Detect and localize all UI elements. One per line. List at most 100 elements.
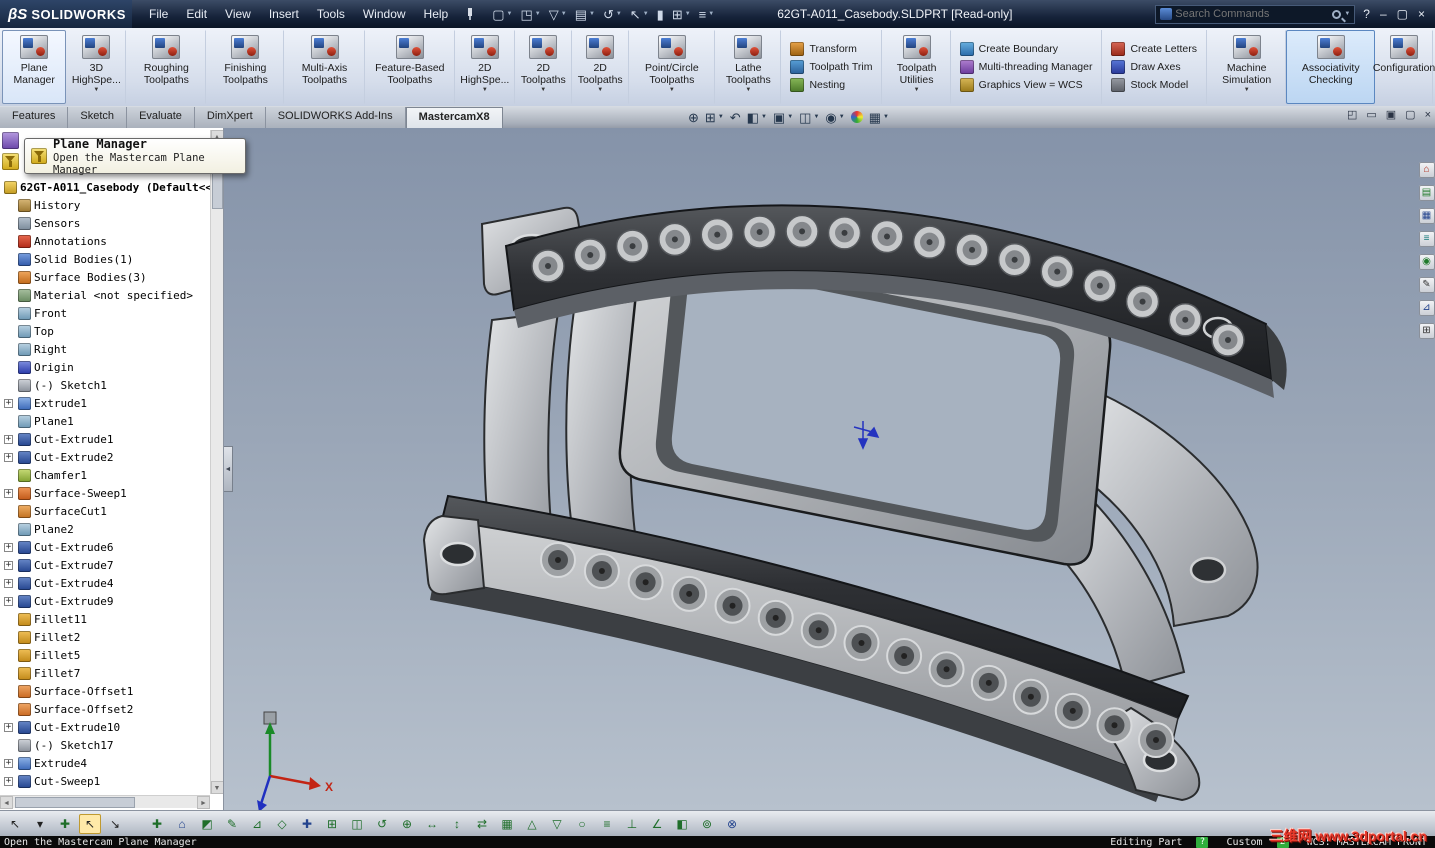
feature-tree-item[interactable]: + Cut-Sweep1 [0,772,210,790]
options-menu[interactable]: ≡ ▼ [696,6,718,23]
cam-tool-icon[interactable]: ⊗ [721,814,743,834]
view-orientation-icon[interactable]: ▣ ▼ [773,111,793,124]
feature-tree-item[interactable]: + Origin [0,358,210,376]
feature-tree-item[interactable]: + Fillet7 [0,664,210,682]
filter-funnel-icon[interactable] [2,153,19,170]
file-properties[interactable]: ⊞ ▼ [669,6,694,23]
cad-model-watch-casebody[interactable]: X [224,128,1435,810]
plane-manager-tool-icon[interactable] [2,132,19,149]
rebuild-indicator[interactable]: ▮ ▼ [654,6,667,23]
cam-tool-icon[interactable]: ○ [571,814,593,834]
feature-tree-item[interactable]: + Annotations [0,232,210,250]
save-document[interactable]: ▽ ▼ [546,6,570,23]
panel-splitter-handle[interactable]: ◄ [224,446,233,492]
expand-toggle-icon[interactable]: + [4,776,13,786]
edit-appearance-icon[interactable]: ● ▼ [850,111,863,123]
feature-tree-item[interactable]: + Cut-Extrude6 [0,538,210,556]
transform-button[interactable]: Transform [787,41,875,57]
select-filter-icon[interactable]: ✚ [54,814,76,834]
tree-horizontal-scrollbar[interactable]: ◄ ► [0,795,210,809]
feature-tree-item[interactable]: + Plane2 [0,520,210,538]
status-custom[interactable]: Custom [1226,837,1262,848]
cam-tool-icon[interactable]: ◫ [346,814,368,834]
ribbon-tab[interactable]: MastercamX8 [405,107,503,128]
feature-tree-item[interactable]: + SurfaceCut1 [0,502,210,520]
zoom-to-fit-icon[interactable]: ⊕ ▼ [688,111,699,124]
feature-tree-item[interactable]: + Front [0,304,210,322]
select-pointer-icon[interactable]: ↖ [4,814,26,834]
measure-icon[interactable]: ⊿ [1418,300,1435,316]
ribbon-tab[interactable]: Features [0,107,69,128]
2d-highspeed-toolpaths[interactable]: 2D HighSpe... ▼ [455,30,515,104]
status-help-badge[interactable]: ? [1196,836,1209,848]
feature-tree-item[interactable]: + Cut-Extrude1 [0,430,210,448]
draw-axes-button[interactable]: Draw Axes [1108,59,1200,75]
3d-highspeed-toolpaths[interactable]: 3D HighSpe... ▼ [66,30,127,104]
cam-tool-icon[interactable]: ✚ [146,814,168,834]
point-circle-toolpaths[interactable]: Point/Circle Toolpaths ▼ [629,30,716,104]
cam-tool-icon[interactable]: ⊥ [621,814,643,834]
associativity-checking-button[interactable]: Associativity Checking [1286,30,1376,104]
cursor-mode-icon[interactable]: ↖ [79,813,101,834]
2d-toolpaths[interactable]: 2D Toolpaths ▼ [515,30,572,104]
cam-tool-icon[interactable]: ≡ [596,814,618,834]
pane-full-icon[interactable]: ▭ [1366,108,1376,121]
machine-simulation-button[interactable]: Machine Simulation ▼ [1207,30,1287,104]
menu-item[interactable]: Edit [177,2,216,26]
settings-icon[interactable]: ⊞ [1418,323,1435,339]
cam-tool-icon[interactable]: ⇄ [471,814,493,834]
menu-item[interactable]: View [216,2,260,26]
zoom-to-area-icon[interactable]: ⊞ ▼ [705,111,724,124]
feature-tree-item[interactable]: + Cut-Extrude10 [0,718,210,736]
cam-tool-icon[interactable]: ◇ [271,814,293,834]
ribbon-tab[interactable]: Evaluate [127,107,195,128]
expand-toggle-icon[interactable]: + [4,434,13,444]
graphics-view-wcs-button[interactable]: Graphics View = WCS [957,77,1096,93]
doc-maximize-icon[interactable]: ▢ [1405,108,1415,121]
search-icon[interactable] [1332,9,1342,19]
doc-close-icon[interactable]: × [1425,109,1431,121]
feature-based-toolpaths[interactable]: Feature-Based Toolpaths ▼ [365,30,455,104]
new-document[interactable]: ▢ ▼ [489,6,515,23]
toolpaths-manager-icon[interactable]: ▤ [1418,185,1435,201]
scroll-right-icon[interactable]: ► [197,795,210,809]
expand-toggle-icon[interactable]: + [4,488,13,498]
ribbon-tab[interactable]: SOLIDWORKS Add-Ins [265,107,406,128]
close-button[interactable]: × [1418,8,1425,20]
gview-dropdown-icon[interactable]: ▾ [29,814,51,834]
feature-tree-item[interactable]: + Fillet2 [0,628,210,646]
feature-tree-item[interactable]: + Right [0,340,210,358]
pin-menu-icon[interactable] [463,7,477,21]
feature-tree-item[interactable]: + Material <not specified> [0,286,210,304]
create-letters-button[interactable]: Create Letters [1108,41,1200,57]
search-dropdown-icon[interactable]: ▼ [1344,11,1350,17]
feature-tree-item[interactable]: + Solid Bodies(1) [0,250,210,268]
graphics-view-icon[interactable]: ◉ [1418,254,1435,270]
cam-tool-icon[interactable]: ∠ [646,814,668,834]
graphics-viewport[interactable]: X ◄ ⌂ ▤ ▦ ≡ ◉ ✎ ⊿ ⊞ [224,128,1435,810]
feature-tree-item[interactable]: + Extrude1 [0,394,210,412]
nesting-button[interactable]: Nesting [787,77,875,93]
cam-tool-icon[interactable]: ◩ [196,814,218,834]
multi-axis-toolpaths[interactable]: Multi-Axis Toolpaths ▼ [284,30,365,104]
menu-item[interactable]: File [140,2,177,26]
menu-item[interactable]: Insert [260,2,308,26]
menu-item[interactable]: Help [415,2,458,26]
feature-tree-item[interactable]: + Top [0,322,210,340]
display-style-icon[interactable]: ◫ ▼ [799,111,819,124]
finishing-toolpaths[interactable]: Finishing Toolpaths ▼ [206,30,285,104]
expand-toggle-icon[interactable]: + [4,542,13,552]
cam-tool-icon[interactable]: ✎ [221,814,243,834]
feature-tree-item[interactable]: + Plane1 [0,412,210,430]
expand-toggle-icon[interactable]: + [4,398,13,408]
feature-tree-item[interactable]: + Fillet11 [0,610,210,628]
feature-tree-item[interactable]: + Chamfer1 [0,466,210,484]
cam-tool-icon[interactable]: ◧ [671,814,693,834]
feature-tree-item[interactable]: + Fillet5 [0,646,210,664]
plane-manager[interactable]: Plane Manager ▼ [2,30,67,104]
expand-toggle-icon[interactable]: + [4,560,13,570]
feature-tree-item[interactable]: + Cut-Extrude9 [0,592,210,610]
open-document[interactable]: ◳ ▼ [517,6,543,23]
multi-threading-manager-button[interactable]: Multi-threading Manager [957,59,1096,75]
cam-tool-icon[interactable]: ⊚ [696,814,718,834]
